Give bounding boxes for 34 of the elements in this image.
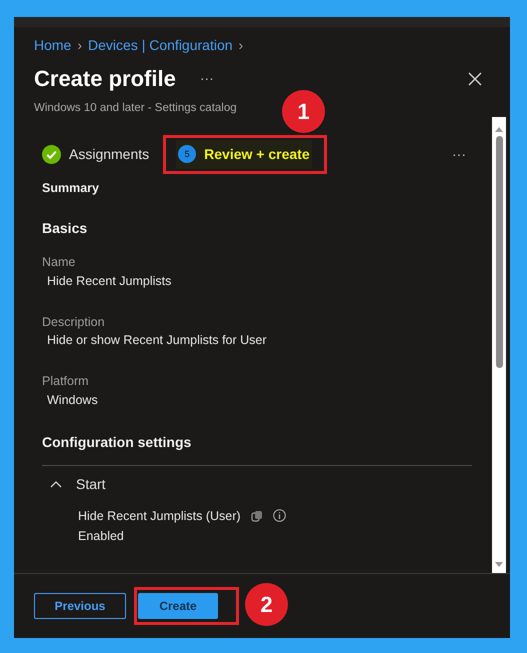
more-menu[interactable]: ···: [200, 68, 214, 89]
breadcrumb-link[interactable]: Devices | Configuration: [88, 35, 233, 56]
field-label: Name: [42, 254, 76, 271]
copy-icon[interactable]: [250, 510, 263, 522]
more-menu[interactable]: ···: [452, 144, 466, 165]
callout-badge: 2: [245, 583, 288, 626]
field-label: Platform: [42, 373, 90, 390]
info-icon[interactable]: [272, 509, 286, 522]
field-value: Hide Recent Jumplists: [46, 272, 172, 290]
scrollbar[interactable]: [492, 117, 506, 573]
setting-name: Hide Recent Jumplists (User): [78, 508, 241, 525]
section-heading: Basics: [42, 219, 88, 238]
subtitle: Windows 10 and later - Settings catalog: [34, 102, 237, 114]
previous-button[interactable]: Previous: [34, 593, 126, 619]
field-value: Hide or show Recent Jumplists for User: [46, 332, 268, 350]
section-heading: Configuration settings: [42, 432, 192, 452]
create-button[interactable]: Create: [138, 593, 218, 619]
wizard-tab[interactable]: Assignments: [40, 140, 152, 169]
breadcrumb-separator: ›: [238, 36, 244, 55]
collapse-toggle[interactable]: Start: [42, 470, 108, 498]
close-icon[interactable]: [468, 72, 482, 86]
step-number: 5: [178, 145, 196, 164]
scroll-down-icon[interactable]: [494, 561, 504, 569]
scroll-up-icon[interactable]: [494, 125, 504, 134]
page-title: Create profile: [34, 65, 176, 93]
field-value: Windows: [46, 392, 99, 409]
field-label: Description: [42, 314, 106, 331]
callout-badge: 1: [282, 90, 325, 133]
breadcrumb-separator: ›: [77, 36, 82, 55]
check-circle-icon: [42, 144, 61, 164]
section-heading: Summary: [42, 180, 100, 198]
wizard-tab[interactable]: 5 Review + create: [176, 140, 312, 169]
setting-value: Enabled: [78, 528, 125, 546]
breadcrumb-link[interactable]: Home: [34, 35, 72, 56]
